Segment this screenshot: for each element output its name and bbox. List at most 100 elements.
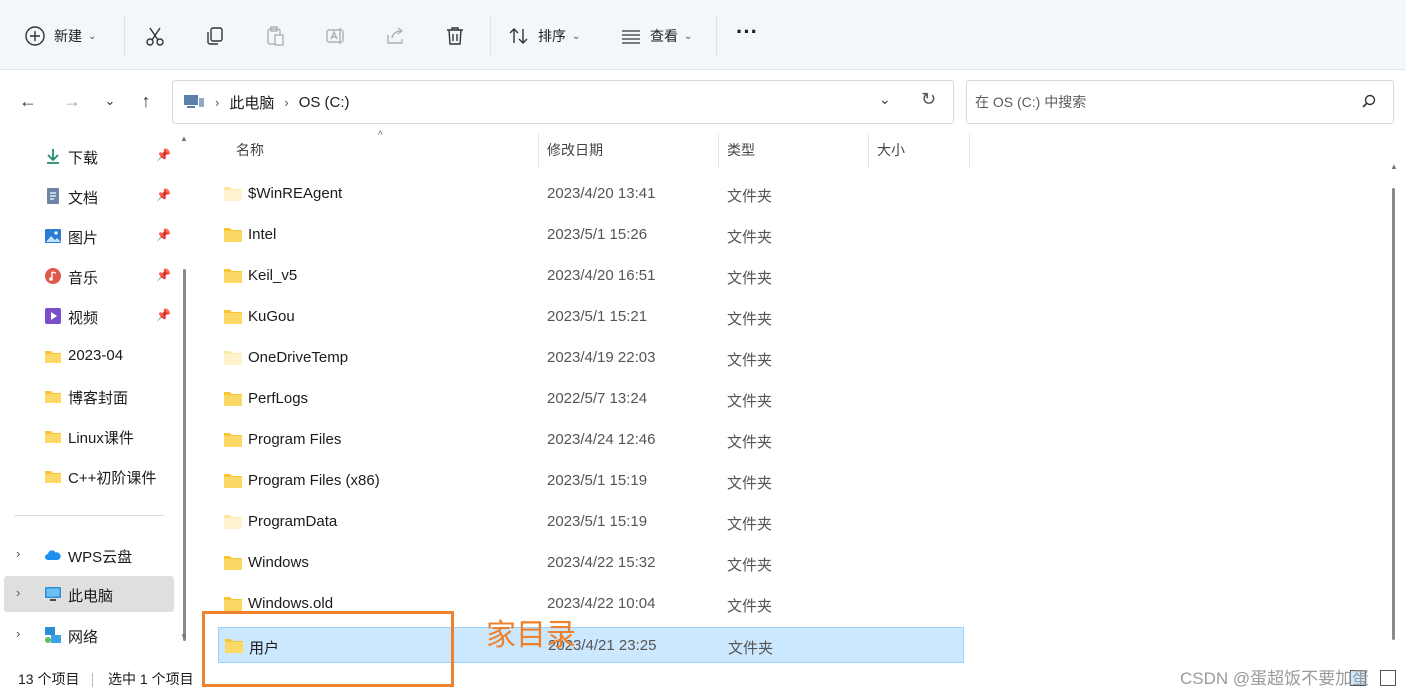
sidebar-item-label: Linux课件 bbox=[68, 430, 134, 447]
search-input[interactable] bbox=[975, 91, 1345, 113]
column-divider[interactable] bbox=[868, 134, 869, 168]
folder-icon bbox=[224, 433, 242, 447]
expand-chevron-icon[interactable]: › bbox=[16, 585, 20, 600]
column-header-label: 名称 bbox=[236, 142, 264, 158]
more-options-button[interactable]: ··· bbox=[736, 14, 758, 50]
scroll-up-icon[interactable]: ▲ bbox=[180, 134, 188, 143]
chevron-down-icon: ⌄ bbox=[572, 30, 581, 42]
file-row[interactable]: ProgramData 2023/5/1 15:19 文件夹 bbox=[218, 504, 964, 540]
column-header-modified[interactable]: 修改日期 bbox=[547, 132, 603, 168]
file-modified: 2023/5/1 15:26 bbox=[547, 226, 648, 243]
column-header-type[interactable]: 类型 bbox=[727, 132, 755, 168]
sidebar-item-downloads[interactable]: 下载 📌 bbox=[0, 138, 174, 174]
file-list-scrollbar[interactable]: ▲ bbox=[1390, 140, 1398, 640]
file-type: 文件夹 bbox=[727, 188, 773, 205]
sidebar-item-this-pc[interactable]: › 此电脑 bbox=[4, 576, 174, 612]
file-type: 文件夹 bbox=[727, 270, 773, 287]
sidebar-item-wps-cloud[interactable]: › WPS云盘 bbox=[0, 537, 174, 573]
download-icon bbox=[47, 149, 59, 164]
file-name: Intel bbox=[248, 226, 277, 243]
column-divider[interactable] bbox=[718, 134, 719, 168]
file-name: PerfLogs bbox=[248, 390, 309, 407]
folder-icon bbox=[224, 228, 242, 242]
sort-button[interactable]: 排序 ⌄ bbox=[508, 18, 580, 54]
back-button[interactable]: ← bbox=[16, 88, 40, 114]
breadcrumb-item[interactable]: OS (C:) bbox=[299, 94, 350, 111]
breadcrumb-item[interactable]: 此电脑 bbox=[229, 92, 274, 113]
address-bar[interactable]: › 此电脑 › OS (C:) ⌄ ↻ bbox=[172, 80, 954, 124]
folder-icon bbox=[45, 351, 61, 363]
sidebar-item-network[interactable]: › 网络 bbox=[0, 617, 174, 653]
copy-button[interactable] bbox=[204, 18, 226, 54]
tiles-view-icon[interactable] bbox=[1380, 670, 1396, 686]
file-row[interactable]: Program Files (x86) 2023/5/1 15:19 文件夹 bbox=[218, 463, 964, 499]
file-row[interactable]: OneDriveTemp 2023/4/19 22:03 文件夹 bbox=[218, 340, 964, 376]
file-row[interactable]: PerfLogs 2022/5/7 13:24 文件夹 bbox=[218, 381, 964, 417]
view-button[interactable]: 查看 ⌄ bbox=[620, 18, 692, 54]
sidebar-item-label: 网络 bbox=[68, 629, 99, 646]
file-row[interactable]: $WinREAgent 2023/4/20 13:41 文件夹 bbox=[218, 176, 964, 212]
recent-locations-button[interactable]: ⌄ bbox=[98, 88, 122, 114]
document-icon bbox=[47, 188, 59, 204]
file-name: Keil_v5 bbox=[248, 267, 298, 284]
annotation-label: 家目录 bbox=[486, 618, 576, 653]
file-row[interactable]: KuGou 2023/5/1 15:21 文件夹 bbox=[218, 299, 964, 335]
cloud-icon bbox=[45, 550, 61, 560]
search-box[interactable] bbox=[966, 80, 1394, 124]
arrow-left-icon: ← bbox=[19, 90, 37, 111]
scroll-down-icon[interactable]: ▼ bbox=[180, 632, 188, 641]
trash-icon bbox=[447, 27, 463, 45]
file-name: Windows bbox=[248, 554, 309, 571]
file-row[interactable]: Keil_v5 2023/4/20 16:51 文件夹 bbox=[218, 258, 964, 294]
sidebar-item-blog-covers[interactable]: 博客封面 bbox=[0, 378, 174, 414]
scrollbar-thumb[interactable] bbox=[183, 269, 186, 641]
sidebar-item-music[interactable]: 音乐 📌 bbox=[0, 258, 174, 294]
file-modified: 2023/5/1 15:19 bbox=[547, 513, 648, 530]
toolbar-divider bbox=[124, 16, 125, 56]
sidebar-item-pictures[interactable]: 图片 📌 bbox=[0, 218, 174, 254]
sidebar-item-2023-04[interactable]: 2023-04 bbox=[0, 338, 174, 374]
sidebar-item-videos[interactable]: 视频 📌 bbox=[0, 298, 174, 334]
sidebar-item-linux-courseware[interactable]: Linux课件 bbox=[0, 418, 174, 454]
file-name: Program Files (x86) bbox=[248, 472, 380, 489]
refresh-icon[interactable]: ↻ bbox=[921, 89, 936, 110]
file-type: 文件夹 bbox=[728, 640, 774, 657]
pin-icon: 📌 bbox=[156, 148, 171, 162]
cut-button[interactable] bbox=[144, 18, 166, 54]
network-icon bbox=[45, 627, 61, 643]
forward-button[interactable]: → bbox=[60, 88, 84, 114]
share-button[interactable] bbox=[384, 18, 406, 54]
file-type: 文件夹 bbox=[727, 229, 773, 246]
file-row[interactable]: Intel 2023/5/1 15:26 文件夹 bbox=[218, 217, 964, 253]
sidebar-item-label: WPS云盘 bbox=[68, 549, 133, 566]
plus-circle-icon bbox=[25, 26, 45, 46]
file-name: Program Files bbox=[248, 431, 342, 448]
column-header-size[interactable]: 大小 bbox=[877, 132, 905, 168]
column-header-label: 修改日期 bbox=[547, 142, 603, 158]
folder-icon bbox=[224, 556, 242, 570]
column-divider[interactable] bbox=[969, 134, 970, 168]
new-button[interactable]: 新建 ⌄ bbox=[24, 18, 96, 54]
sidebar-item-cpp-courseware[interactable]: C++初阶课件 bbox=[0, 458, 174, 494]
file-modified: 2022/5/7 13:24 bbox=[547, 390, 648, 407]
file-row[interactable]: Windows 2023/4/22 15:32 文件夹 bbox=[218, 545, 964, 581]
delete-button[interactable] bbox=[444, 18, 466, 54]
expand-chevron-icon[interactable]: › bbox=[16, 546, 20, 561]
rename-icon bbox=[326, 28, 344, 44]
sort-icon bbox=[509, 28, 528, 44]
scrollbar-thumb[interactable] bbox=[1392, 188, 1395, 640]
up-button[interactable]: ↑ bbox=[134, 88, 158, 114]
address-dropdown-icon[interactable]: ⌄ bbox=[879, 91, 891, 108]
sidebar-scrollbar[interactable]: ▲ ▼ bbox=[180, 134, 188, 644]
column-divider[interactable] bbox=[538, 134, 539, 168]
rename-button[interactable] bbox=[324, 18, 346, 54]
file-type: 文件夹 bbox=[727, 393, 773, 410]
search-icon[interactable] bbox=[1361, 94, 1377, 110]
scroll-up-icon[interactable]: ▲ bbox=[1390, 162, 1398, 171]
column-header-name[interactable]: 名称 bbox=[236, 132, 264, 168]
folder-icon bbox=[224, 310, 242, 324]
expand-chevron-icon[interactable]: › bbox=[16, 626, 20, 641]
file-row[interactable]: Program Files 2023/4/24 12:46 文件夹 bbox=[218, 422, 964, 458]
sidebar-item-documents[interactable]: 文档 📌 bbox=[0, 178, 174, 214]
paste-button[interactable] bbox=[264, 18, 286, 54]
